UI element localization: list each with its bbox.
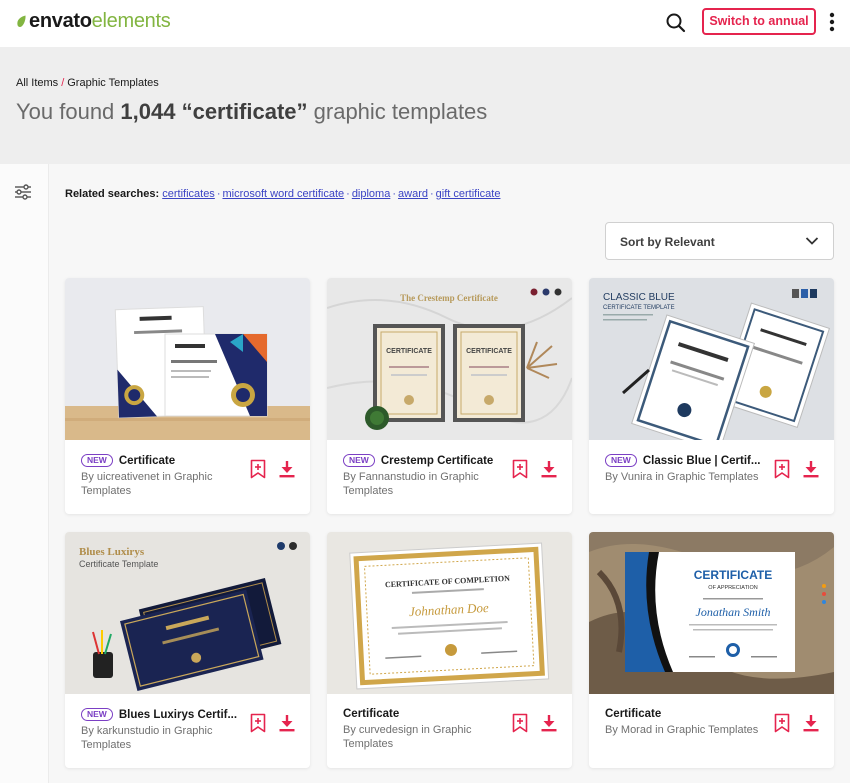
related-link-award[interactable]: award <box>398 188 428 200</box>
item-card[interactable]: Blues Luxirys Certificate Template NEW B… <box>65 532 310 768</box>
new-badge: NEW <box>343 454 375 467</box>
results-query: “certificate” <box>175 99 308 124</box>
item-author[interactable]: Vunira <box>621 471 652 483</box>
logo-brand: envato <box>29 10 92 32</box>
search-header: All Items / Graphic Templates You found 1,… <box>0 47 850 164</box>
thumb-heading: The Crestemp Certificate <box>400 293 498 303</box>
item-info: NEW Certificate By uicreativenet in Grap… <box>81 454 241 498</box>
new-badge: NEW <box>81 454 113 467</box>
related-link-diploma[interactable]: diploma <box>352 188 391 200</box>
thumb-subheading: Certificate Template <box>79 559 158 569</box>
bookmark-add-icon[interactable] <box>512 713 528 733</box>
related-link-gift-certificate[interactable]: gift certificate <box>436 188 501 200</box>
download-icon[interactable] <box>802 460 820 478</box>
thumb-heading: CERTIFICATE <box>694 568 772 582</box>
item-author[interactable]: Fannanstudio <box>359 471 426 483</box>
item-card[interactable]: The Crestemp Certificate CERTIFICATE CER… <box>327 278 572 514</box>
thumb-subheading: OF APPRECIATION <box>708 585 757 591</box>
item-title[interactable]: Certificate <box>343 708 399 720</box>
item-byline: By Morad in Graphic Templates <box>605 724 759 736</box>
item-thumbnail[interactable]: CERTIFICATE OF APPRECIATION Jonathan Smi… <box>589 532 834 694</box>
item-thumbnail[interactable] <box>65 278 310 440</box>
item-category[interactable]: Graphic Templates <box>667 724 759 736</box>
results-area: Related searches: certificates · microsoft… <box>0 164 850 783</box>
related-link-certificates[interactable]: certificates <box>162 188 215 200</box>
results-prefix: You found <box>16 99 121 124</box>
related-searches: Related searches: certificates · microsoft… <box>65 188 501 200</box>
related-link-microsoft-word-certificate[interactable]: microsoft word certificate <box>222 188 344 200</box>
breadcrumb: All Items / Graphic Templates <box>16 77 159 89</box>
item-thumbnail[interactable]: The Crestemp Certificate CERTIFICATE CER… <box>327 278 572 440</box>
item-card[interactable]: CERTIFICATE OF APPRECIATION Jonathan Smi… <box>589 532 834 768</box>
download-icon[interactable] <box>540 460 558 478</box>
item-author[interactable]: karkunstudio <box>97 725 159 737</box>
related-searches-label: Related searches: <box>65 188 160 200</box>
breadcrumb-separator: / <box>61 77 65 89</box>
item-byline: By uicreativenet in Graphic Templates <box>81 471 213 497</box>
sort-dropdown[interactable]: Sort by Relevant <box>605 222 834 260</box>
bookmark-add-icon[interactable] <box>774 713 790 733</box>
filter-sidebar <box>0 164 49 783</box>
breadcrumb-all-items[interactable]: All Items <box>16 77 58 89</box>
item-info: Certificate By Morad in Graphic Template… <box>605 708 765 737</box>
item-title[interactable]: Classic Blue | Certif... <box>643 455 761 467</box>
new-badge: NEW <box>81 708 113 721</box>
bookmark-add-icon[interactable] <box>774 459 790 479</box>
leaf-icon <box>17 15 26 27</box>
item-title[interactable]: Blues Luxirys Certif... <box>119 709 237 721</box>
sliders-icon[interactable] <box>14 184 32 200</box>
item-byline: By Vunira in Graphic Templates <box>605 471 759 483</box>
search-icon[interactable] <box>664 11 688 35</box>
item-info: Certificate By curvedesign in Graphic Te… <box>343 708 503 751</box>
download-icon[interactable] <box>540 714 558 732</box>
item-card[interactable]: NEW Certificate By uicreativenet in Grap… <box>65 278 310 514</box>
switch-to-annual-button[interactable]: Switch to annual <box>702 8 816 35</box>
chevron-down-icon <box>805 237 819 245</box>
more-vertical-icon[interactable] <box>824 10 840 34</box>
top-bar: envato elements Switch to annual <box>0 0 850 47</box>
item-title[interactable]: Certificate <box>119 455 175 467</box>
sort-dropdown-label: Sort by Relevant <box>620 235 715 249</box>
item-info: NEW Crestemp Certificate By Fannanstudio… <box>343 454 503 498</box>
thumb-heading: CLASSIC BLUE <box>603 292 675 303</box>
item-author[interactable]: Morad <box>621 724 652 736</box>
item-thumbnail[interactable]: CERTIFICATE OF COMPLETION Johnathan Doe <box>327 532 572 694</box>
item-title[interactable]: Crestemp Certificate <box>381 455 493 467</box>
thumb-label: CERTIFICATE <box>466 348 512 355</box>
item-author[interactable]: curvedesign <box>359 724 418 736</box>
breadcrumb-current[interactable]: Graphic Templates <box>67 77 159 89</box>
thumb-subheading: CERTIFICATE TEMPLATE <box>603 305 675 311</box>
download-icon[interactable] <box>278 460 296 478</box>
bookmark-add-icon[interactable] <box>512 459 528 479</box>
item-byline: By karkunstudio in Graphic Templates <box>81 725 213 751</box>
logo-suffix: elements <box>91 10 171 32</box>
envato-elements-logo[interactable]: envato elements <box>16 10 171 33</box>
bookmark-add-icon[interactable] <box>250 459 266 479</box>
thumb-heading: Blues Luxirys <box>79 546 145 558</box>
download-icon[interactable] <box>802 714 820 732</box>
item-thumbnail[interactable]: CLASSIC BLUE CERTIFICATE TEMPLATE <box>589 278 834 440</box>
new-badge: NEW <box>605 454 637 467</box>
item-card[interactable]: CLASSIC BLUE CERTIFICATE TEMPLATE NEW Cl… <box>589 278 834 514</box>
item-byline: By curvedesign in Graphic Templates <box>343 724 472 750</box>
results-suffix: graphic templates <box>307 99 488 124</box>
item-author[interactable]: uicreativenet <box>97 471 159 483</box>
item-info: NEW Blues Luxirys Certif... By karkunstu… <box>81 708 241 752</box>
item-category[interactable]: Graphic Templates <box>667 471 759 483</box>
thumb-name: Jonathan Smith <box>696 605 771 619</box>
bookmark-add-icon[interactable] <box>250 713 266 733</box>
item-thumbnail[interactable]: Blues Luxirys Certificate Template <box>65 532 310 694</box>
page-title: You found 1,044 “certificate” graphic te… <box>16 99 487 125</box>
item-title[interactable]: Certificate <box>605 708 661 720</box>
download-icon[interactable] <box>278 714 296 732</box>
thumb-label: CERTIFICATE <box>386 348 432 355</box>
item-byline: By Fannanstudio in Graphic Templates <box>343 471 479 497</box>
item-card[interactable]: CERTIFICATE OF COMPLETION Johnathan Doe … <box>327 532 572 768</box>
item-info: NEW Classic Blue | Certif... By Vunira i… <box>605 454 765 484</box>
results-count: 1,044 <box>120 99 176 124</box>
